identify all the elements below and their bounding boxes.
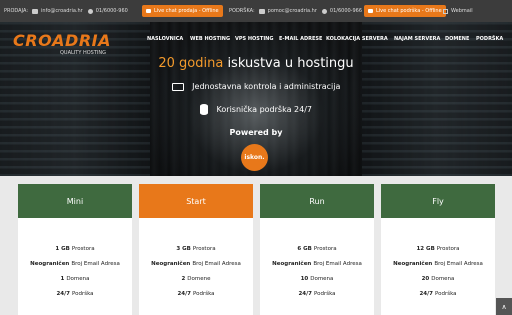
plan-title[interactable]: Fly (381, 184, 495, 218)
plan-support: 24/7 Podrška (298, 290, 336, 297)
plan-domains: 20 Domena (421, 275, 455, 282)
plan-storage: 12 GB Prostora (416, 245, 460, 252)
plan-title[interactable]: Start (139, 184, 253, 218)
webmail-icon (443, 8, 448, 14)
plan-email: Neograničen Broj Email Adresa (151, 260, 241, 267)
powered-by-label: Powered by (229, 128, 283, 137)
nav-item-naslovnica[interactable]: NASLOVNICA (147, 36, 183, 44)
mail-icon (258, 8, 265, 14)
plan-email: Neograničen Broj Email Adresa (393, 260, 483, 267)
hero-headline-rest: iskustva u hostingu (227, 56, 354, 71)
phone-icon (87, 8, 93, 14)
support-email-link[interactable]: pomoc@croadria.hr (268, 8, 317, 14)
sales-email-link[interactable]: info@croadria.hr (41, 8, 83, 14)
mail-icon (32, 8, 39, 14)
sales-live-chat-button[interactable]: Live chat prodaja - Offline (142, 5, 223, 17)
plan-storage: 6 GB Prostora (297, 245, 337, 252)
support-live-chat-button[interactable]: Live chat podrška - Offline (364, 5, 446, 17)
nav-item-podrska[interactable]: PODRŠKA (476, 36, 503, 44)
chat-icon (146, 9, 151, 13)
webmail-label: Webmail (451, 8, 473, 14)
hero-feature-control-text: Jednostavna kontrola i administracija (192, 82, 341, 91)
nav-item-kolokacija-servera[interactable]: KOLOKACIJA SERVERA (326, 36, 388, 44)
sales-label: PRODAJA: (4, 8, 29, 14)
monitor-icon (171, 82, 184, 91)
support-phone[interactable]: 01/6000-966 (330, 8, 362, 14)
hero-feature-support-text: Korisnička podrška 24/7 (216, 105, 312, 114)
plan-email: Neograničen Broj Email Adresa (272, 260, 362, 267)
plan-title[interactable]: Run (260, 184, 374, 218)
plan-card-run[interactable]: Run 6 GB Prostora Neograničen Broj Email A… (260, 184, 374, 315)
hero-feature-support: Korisnička podrška 24/7 (0, 104, 512, 115)
sales-live-chat-label: Live chat prodaja - Offline (154, 8, 219, 14)
scroll-to-top-button[interactable]: ∧ (496, 298, 512, 315)
plan-domains: 1 Domena (60, 275, 90, 282)
nav-item-web-hosting[interactable]: WEB HOSTING (190, 36, 230, 44)
plan-domains: 10 Domena (300, 275, 334, 282)
plan-support: 24/7 Podrška (419, 290, 457, 297)
chevron-up-icon: ∧ (501, 302, 507, 311)
hero-headline: 20 godina iskustva u hostingu (0, 56, 512, 71)
nav-item-domene[interactable]: DOMENE (445, 36, 469, 44)
plan-email: Neograničen Broj Email Adresa (30, 260, 120, 267)
nav-item-najam-servera[interactable]: NAJAM SERVERA (394, 36, 440, 44)
plan-storage: 3 GB Prostora (176, 245, 216, 252)
iskon-partner-logo[interactable]: iskon. (241, 144, 268, 171)
chat-icon (368, 9, 373, 13)
support-live-chat-label: Live chat podrška - Offline (376, 8, 442, 14)
plan-card-mini[interactable]: Mini 1 GB Prostora Neograničen Broj Email … (18, 184, 132, 315)
hero-banner: CROADRIA QUALITY HOSTING NASLOVNICA WEB … (0, 22, 512, 176)
hero-feature-control: Jednostavna kontrola i administracija (0, 82, 512, 91)
phone-icon (321, 8, 327, 14)
plan-title[interactable]: Mini (18, 184, 132, 218)
nav-item-email-adrese[interactable]: E-MAIL ADRESE (279, 36, 322, 44)
logo-text: CROADRIA (13, 31, 111, 50)
top-bar: PRODAJA: info@croadria.hr 01/6000-960 Li… (0, 0, 512, 22)
nav-item-vps-hosting[interactable]: VPS HOSTING (235, 36, 273, 44)
plan-card-start[interactable]: Start 3 GB Prostora Neograničen Broj Email… (139, 184, 253, 315)
sales-contact: PRODAJA: info@croadria.hr 01/6000-960 (4, 0, 128, 22)
plan-domains: 2 Domene (181, 275, 211, 282)
sales-phone[interactable]: 01/6000-960 (96, 8, 128, 14)
logo[interactable]: CROADRIA QUALITY HOSTING (13, 31, 111, 56)
hosting-plans: Mini 1 GB Prostora Neograničen Broj Email … (0, 176, 512, 315)
plan-support: 24/7 Podrška (177, 290, 215, 297)
webmail-link[interactable]: Webmail (443, 0, 473, 22)
support-contact: PODRŠKA: pomoc@croadria.hr 01/6000-966 (229, 0, 362, 22)
support-label: PODRŠKA: (229, 8, 255, 14)
plan-storage: 1 GB Prostora (55, 245, 95, 252)
plan-support: 24/7 Podrška (56, 290, 94, 297)
hero-headline-accent: 20 godina (158, 56, 224, 71)
plan-card-fly[interactable]: Fly 12 GB Prostora Neograničen Broj Email … (381, 184, 495, 315)
database-icon (199, 104, 208, 115)
